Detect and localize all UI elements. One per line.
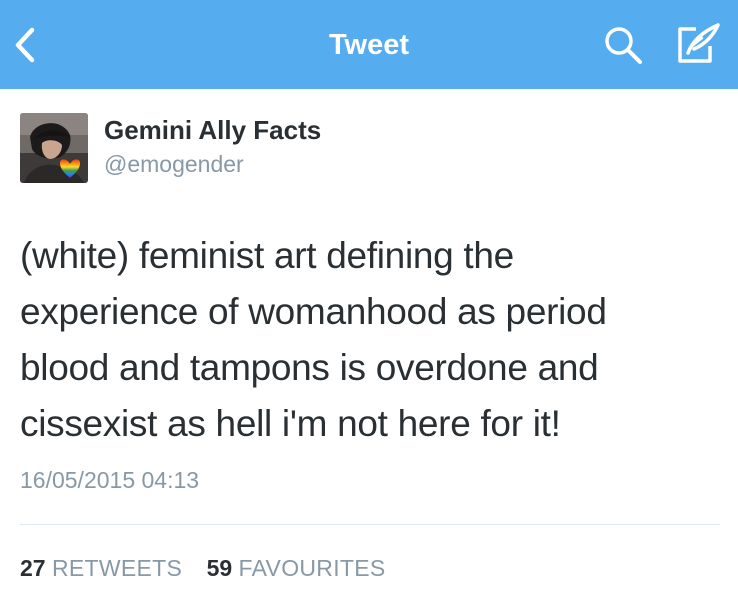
author-handle[interactable]: @emogender <box>104 148 244 180</box>
favourites-stat[interactable]: 59 FAVOURITES <box>207 552 386 584</box>
favourites-count: 59 <box>206 555 233 581</box>
retweets-label: RETWEETS <box>51 555 183 581</box>
search-icon[interactable] <box>600 22 648 68</box>
divider <box>20 524 720 525</box>
avatar[interactable] <box>20 113 88 183</box>
retweets-count: 27 <box>20 555 46 581</box>
avatar-photo <box>20 113 88 183</box>
tweet-text-line: (white) feminist art defining the <box>20 235 514 276</box>
tweet-timestamp: 16/05/2015 04:13 <box>20 467 200 493</box>
tweet-text-line: cissexist as hell i'm not here for it! <box>20 403 561 444</box>
tweet-text: (white) feminist art defining the experi… <box>20 228 720 452</box>
author-name[interactable]: Gemini Ally Facts <box>104 112 321 148</box>
tweet-stats: 27 RETWEETS 59 FAVOURITES <box>20 552 386 584</box>
compose-icon[interactable] <box>672 20 724 68</box>
tweet-text-line: blood and tampons is overdone and <box>20 347 599 388</box>
navigation-bar: Tweet <box>0 0 738 89</box>
tweet-text-line: experience of womanhood as period <box>20 291 607 332</box>
favourites-label: FAVOURITES <box>238 555 386 581</box>
retweets-stat[interactable]: 27 RETWEETS <box>20 552 182 584</box>
